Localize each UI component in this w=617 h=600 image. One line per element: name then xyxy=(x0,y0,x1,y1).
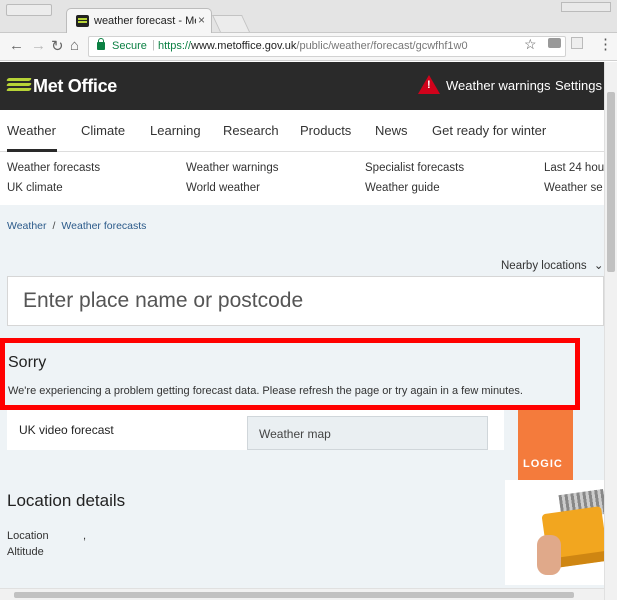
nav-weather[interactable]: Weather xyxy=(7,123,56,138)
tab-title: weather forecast - Met xyxy=(94,15,196,27)
subnav-last-24-hours[interactable]: Last 24 hou xyxy=(544,162,604,174)
forward-arrow-icon[interactable]: → xyxy=(31,37,46,54)
nearby-locations-label: Nearby locations xyxy=(501,260,587,272)
chevron-down-icon: ⌄ xyxy=(593,260,604,272)
settings-link[interactable]: Settings xyxy=(555,78,602,93)
weather-map-label: Weather map xyxy=(259,427,331,441)
weather-map-tile[interactable]: Weather map xyxy=(247,416,488,450)
extension-icon[interactable] xyxy=(571,37,583,49)
browser-tab[interactable]: weather forecast - Met × xyxy=(66,8,212,33)
tab-close-icon[interactable]: × xyxy=(198,13,205,27)
subnav-weather-warnings[interactable]: Weather warnings xyxy=(186,162,278,174)
nav-products[interactable]: Products xyxy=(300,123,351,138)
advert-product-image[interactable] xyxy=(505,480,604,585)
window-controls[interactable] xyxy=(6,4,52,16)
altitude-label: Altitude xyxy=(7,546,44,558)
horizontal-scroll-thumb[interactable] xyxy=(14,592,574,598)
location-search xyxy=(7,276,604,326)
subnav-specialist-forecasts[interactable]: Specialist forecasts xyxy=(365,162,464,174)
nav-research[interactable]: Research xyxy=(223,123,279,138)
video-forecast-label: UK video forecast xyxy=(19,423,114,437)
active-tab-indicator xyxy=(7,149,57,152)
secure-label: Secure xyxy=(112,40,147,52)
error-title: Sorry xyxy=(8,354,47,371)
metoffice-favicon-icon xyxy=(76,15,89,27)
bookmark-star-icon[interactable]: ☆ xyxy=(524,36,537,53)
location-value: , xyxy=(83,530,87,542)
nav-get-ready-for-winter[interactable]: Get ready for winter xyxy=(432,123,546,138)
url-separator: | xyxy=(152,39,155,51)
site-logo[interactable]: Met Office xyxy=(33,76,117,97)
warning-triangle-icon[interactable] xyxy=(418,75,440,94)
nav-learning[interactable]: Learning xyxy=(150,123,201,138)
vertical-scrollbar[interactable] xyxy=(604,62,617,600)
url-text[interactable]: https://www.metoffice.gov.uk/public/weat… xyxy=(158,40,468,52)
browser-titlebar: weather forecast - Met × xyxy=(0,0,617,33)
breadcrumb-weather[interactable]: Weather xyxy=(7,220,47,232)
subnav-weather-services[interactable]: Weather se xyxy=(544,182,603,194)
nearby-locations-toggle[interactable]: Nearby locations ⌄ xyxy=(501,258,604,272)
subnav-world-weather[interactable]: World weather xyxy=(186,182,260,194)
reload-icon[interactable]: ↻ xyxy=(51,37,64,55)
error-message-panel: Sorry We're experiencing a problem getti… xyxy=(0,338,580,410)
nav-news[interactable]: News xyxy=(375,123,408,138)
breadcrumb-weather-forecasts[interactable]: Weather forecasts xyxy=(61,220,146,232)
subnav-weather-guide[interactable]: Weather guide xyxy=(365,182,440,194)
subnav-weather-forecasts[interactable]: Weather forecasts xyxy=(7,162,100,174)
browser-toolbar: ← → ↻ ⌂ Secure | https://www.metoffice.g… xyxy=(0,33,617,61)
location-label: Location xyxy=(7,530,49,542)
home-icon[interactable]: ⌂ xyxy=(70,37,79,54)
browser-menu-icon[interactable]: ⋮ xyxy=(598,35,613,53)
hand-image xyxy=(537,535,561,575)
advert-banner[interactable]: LOGIC xyxy=(518,410,573,480)
metoffice-logo-icon[interactable] xyxy=(6,78,32,94)
address-bar[interactable]: Secure | https://www.metoffice.gov.uk/pu… xyxy=(88,36,566,57)
weather-warnings-link[interactable]: Weather warnings xyxy=(446,78,551,93)
search-input[interactable] xyxy=(8,277,603,325)
camera-icon[interactable] xyxy=(548,38,561,48)
new-tab-button[interactable] xyxy=(212,15,250,32)
main-navigation: Weather Climate Learning Research Produc… xyxy=(0,110,604,152)
horizontal-scrollbar[interactable] xyxy=(0,588,604,600)
profile-button[interactable] xyxy=(561,2,611,12)
vertical-scroll-thumb[interactable] xyxy=(607,92,615,272)
subnav-uk-climate[interactable]: UK climate xyxy=(7,182,63,194)
breadcrumb: Weather / Weather forecasts xyxy=(7,220,147,232)
sub-navigation: Weather forecasts Weather warnings Speci… xyxy=(0,153,604,205)
back-arrow-icon[interactable]: ← xyxy=(9,37,24,54)
error-message: We're experiencing a problem getting for… xyxy=(8,385,523,397)
advert-brand: LOGIC xyxy=(523,458,563,470)
location-details-title: Location details xyxy=(7,491,126,510)
lock-icon xyxy=(97,38,105,50)
nav-climate[interactable]: Climate xyxy=(81,123,125,138)
site-header: Met Office Weather warnings Settings xyxy=(0,62,604,110)
